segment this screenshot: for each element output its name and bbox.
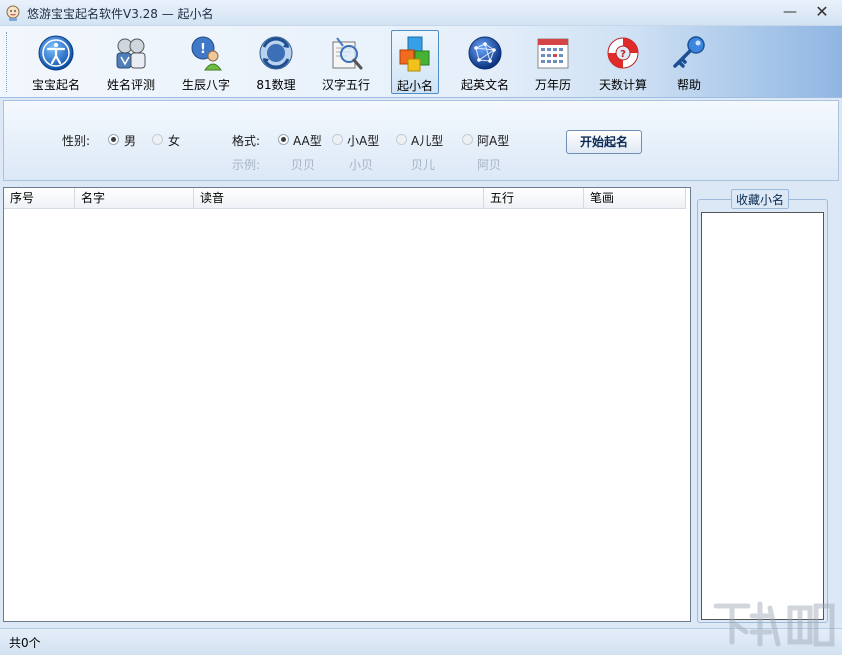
gender-label: 性别: <box>62 134 91 148</box>
format-label: 格式: <box>232 134 261 148</box>
tool-label: 宝宝起名 <box>31 78 80 92</box>
tool-label: 万年历 <box>534 78 571 92</box>
column-header-strokes[interactable]: 笔画 <box>584 188 686 209</box>
format-aa-example: 贝贝 <box>291 158 316 172</box>
favorites-title: 收藏小名 <box>731 189 790 209</box>
app-logo-icon <box>6 5 20 21</box>
example-label: 示例: <box>232 158 261 172</box>
calendar-icon <box>537 38 569 69</box>
globe-network-icon <box>468 36 502 70</box>
tool-help[interactable]: 帮助 <box>669 30 709 94</box>
favorites-list[interactable] <box>701 212 824 620</box>
tool-label: 帮助 <box>676 78 701 92</box>
tool-label: 汉字五行 <box>321 78 370 92</box>
column-header-pronunciation[interactable]: 读音 <box>194 188 484 209</box>
color-blocks-icon <box>399 36 430 72</box>
tool-english-name[interactable]: 起英文名 <box>455 30 515 94</box>
lifebuoy-icon: ? <box>607 37 639 69</box>
tool-baby-naming[interactable]: 宝宝起名 <box>27 30 85 94</box>
tool-81-numerology[interactable]: 81数理 <box>250 30 302 94</box>
tool-day-count[interactable]: ? 天数计算 <box>594 30 652 94</box>
column-header-name[interactable]: 名字 <box>75 188 194 209</box>
format-aa2-example: 阿贝 <box>477 158 502 172</box>
format-aa2-label[interactable]: 阿A型 <box>477 132 509 149</box>
gender-female-label[interactable]: 女 <box>168 132 180 149</box>
format-aer-example: 贝儿 <box>411 158 436 172</box>
minimize-button[interactable]: — <box>778 2 802 22</box>
column-header-index[interactable]: 序号 <box>4 188 75 209</box>
favorites-group: 收藏小名 <box>697 189 828 623</box>
tool-nickname[interactable]: 起小名 <box>391 30 439 94</box>
svg-text:?: ? <box>620 49 626 60</box>
title-bar: 悠游宝宝起名软件V3.28 — 起小名 — ✕ <box>0 0 842 26</box>
tool-label: 起英文名 <box>460 78 509 92</box>
accessibility-icon <box>38 35 74 71</box>
magnifier-icon <box>332 37 363 70</box>
tool-hanzi-five-elements[interactable]: 汉字五行 <box>317 30 375 94</box>
gender-male-label[interactable]: 男 <box>124 132 136 149</box>
list-header: 序号 名字 读音 五行 笔画 <box>4 188 686 209</box>
toolbar-grip <box>6 32 9 92</box>
tool-name-evaluation[interactable]: 姓名评测 <box>101 30 161 94</box>
format-aer-radio[interactable] <box>396 134 407 145</box>
info-person-icon: ! <box>191 36 222 71</box>
tool-label: 81数理 <box>256 78 296 92</box>
gender-female-radio[interactable] <box>152 134 163 145</box>
format-aer-label[interactable]: A儿型 <box>411 132 443 149</box>
tool-birth-eight-characters[interactable]: ! 生辰八字 <box>176 30 236 94</box>
tool-label: 天数计算 <box>598 78 647 92</box>
gender-male-radio[interactable] <box>108 134 119 145</box>
format-xiaoa-example: 小贝 <box>349 158 374 172</box>
format-xiaoa-label[interactable]: 小A型 <box>347 132 379 149</box>
close-button[interactable]: ✕ <box>810 2 834 22</box>
column-header-five-elements[interactable]: 五行 <box>484 188 584 209</box>
tool-label: 起小名 <box>396 79 433 93</box>
status-count: 共0个 <box>9 636 41 650</box>
people-icon <box>116 38 146 69</box>
tool-label: 生辰八字 <box>181 78 230 92</box>
svg-text:!: ! <box>200 42 206 57</box>
window-title: 悠游宝宝起名软件V3.28 — 起小名 <box>27 7 214 21</box>
results-list[interactable]: 序号 名字 读音 五行 笔画 <box>3 187 691 622</box>
format-aa-label[interactable]: AA型 <box>293 132 322 149</box>
refresh-globe-icon <box>259 36 293 70</box>
watermark-logo <box>713 601 835 647</box>
main-toolbar: 宝宝起名 姓名评测 ! 生辰八字 81数理 汉字五行 起小名 起英文名 万年历 … <box>0 26 842 98</box>
tool-perpetual-calendar[interactable]: 万年历 <box>529 30 577 94</box>
format-aa-radio[interactable] <box>278 134 289 145</box>
key-icon <box>673 36 705 68</box>
start-naming-button[interactable]: 开始起名 <box>566 130 642 154</box>
tool-label: 姓名评测 <box>106 78 155 92</box>
format-xiaoa-radio[interactable] <box>332 134 343 145</box>
format-aa2-radio[interactable] <box>462 134 473 145</box>
options-panel: 性别: 男 女 格式: 示例: AA型 贝贝 小A型 小贝 A儿型 贝儿 阿A型… <box>3 100 839 181</box>
